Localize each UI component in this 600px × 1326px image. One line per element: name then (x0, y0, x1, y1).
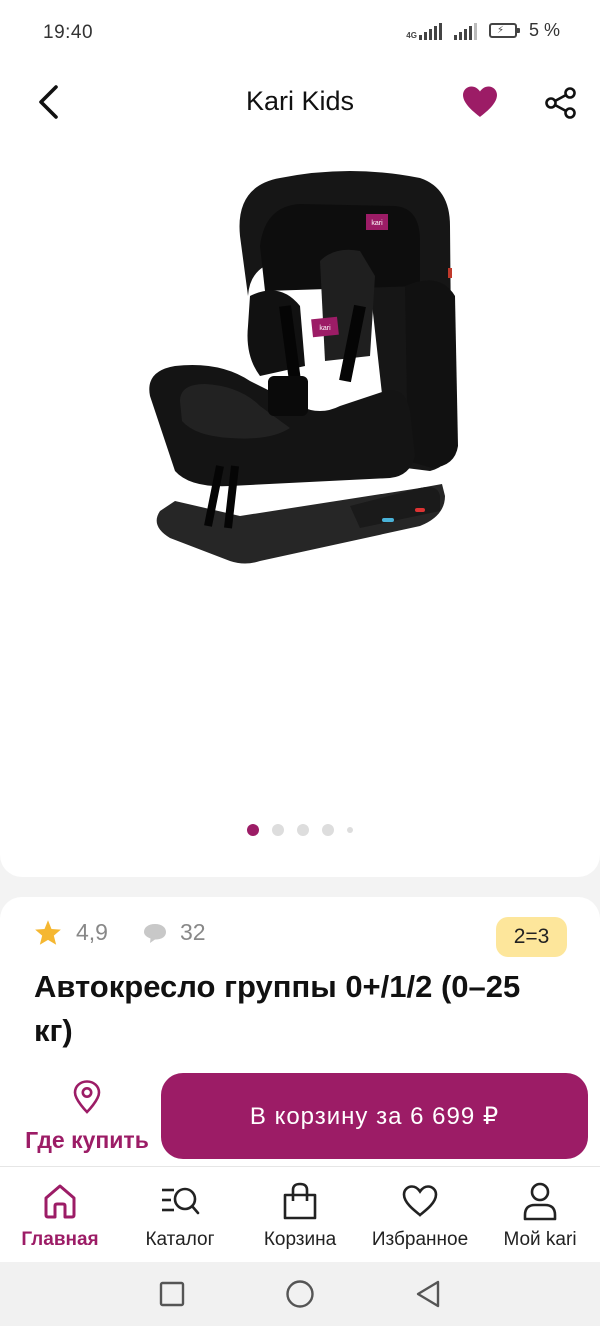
heart-outline-icon (402, 1185, 438, 1217)
svg-text:kari: kari (371, 220, 383, 227)
back-system-button[interactable] (412, 1278, 444, 1310)
status-icons: 4G ⚡ 5 % (406, 20, 560, 41)
status-time: 19:40 (43, 22, 94, 43)
nav-home[interactable]: Главная (0, 1181, 120, 1251)
svg-text:kari: kari (319, 325, 331, 332)
home-icon (44, 1184, 76, 1219)
circle-icon (286, 1280, 314, 1308)
home-system-button[interactable] (284, 1278, 316, 1310)
recent-apps-button[interactable] (156, 1278, 188, 1310)
cell-signal-icon: 4G (406, 22, 442, 40)
page-title: Kari Kids (245, 86, 355, 116)
page-dot[interactable] (272, 824, 284, 836)
favorite-button[interactable] (458, 82, 502, 122)
star-icon (35, 920, 61, 945)
nav-label: Избранное (371, 1229, 469, 1250)
page-dot[interactable] (347, 827, 353, 833)
nav-label: Корзина (263, 1229, 337, 1250)
page-dot[interactable] (247, 824, 259, 836)
reviews-count[interactable]: 32 (180, 919, 206, 946)
product-image-car-seat[interactable]: kari kari (120, 166, 480, 586)
product-gallery-card: Kari Kids kari kari (0, 66, 600, 877)
nav-label: Каталог (145, 1229, 215, 1250)
network-type: 4G (406, 30, 417, 40)
location-pin-icon (73, 1080, 101, 1114)
where-to-buy-button[interactable]: Где купить (14, 1080, 160, 1154)
share-icon (545, 87, 576, 119)
where-to-buy-label: Где купить (25, 1127, 149, 1153)
battery-icon: ⚡ (488, 23, 520, 38)
promo-badge[interactable]: 2=3 (496, 917, 567, 957)
app-header: Kari Kids (0, 66, 600, 138)
nav-profile[interactable]: Мой kari (480, 1181, 600, 1251)
product-title: Автокресло группы 0+/1/2 (0–25 кг) (34, 969, 521, 1048)
battery-percent: 5 % (528, 20, 560, 40)
nav-favorites[interactable]: Избранное (360, 1181, 480, 1251)
add-to-cart-button[interactable]: В корзину за 6 699 ₽ (161, 1073, 588, 1159)
nav-cart[interactable]: Корзина (240, 1181, 360, 1251)
heart-filled-icon (463, 86, 497, 117)
square-icon (159, 1281, 185, 1307)
nav-catalog[interactable]: Каталог (120, 1181, 240, 1251)
back-button[interactable] (30, 82, 66, 122)
system-navigation-bar (0, 1262, 600, 1326)
rating-row: 4,9 32 (34, 919, 206, 946)
chevron-left-icon (39, 85, 58, 119)
status-bar: 19:40 4G ⚡ 5 % (0, 0, 600, 66)
bag-icon (283, 1182, 317, 1220)
triangle-back-icon (416, 1280, 440, 1308)
comment-icon (143, 923, 166, 943)
catalog-search-icon (162, 1187, 200, 1215)
rating-value: 4,9 (76, 919, 108, 945)
page-dot[interactable] (297, 824, 309, 836)
cell-signal-2-icon (453, 22, 477, 40)
profile-icon (523, 1182, 557, 1221)
share-button[interactable] (540, 82, 582, 124)
nav-label: Мой kari (503, 1229, 577, 1250)
nav-label: Главная (21, 1229, 99, 1250)
gallery-pagination[interactable] (0, 824, 600, 836)
bottom-navigation: Главная Каталог Корзина Избранное Мой ka… (0, 1166, 600, 1263)
page-dot[interactable] (322, 824, 334, 836)
